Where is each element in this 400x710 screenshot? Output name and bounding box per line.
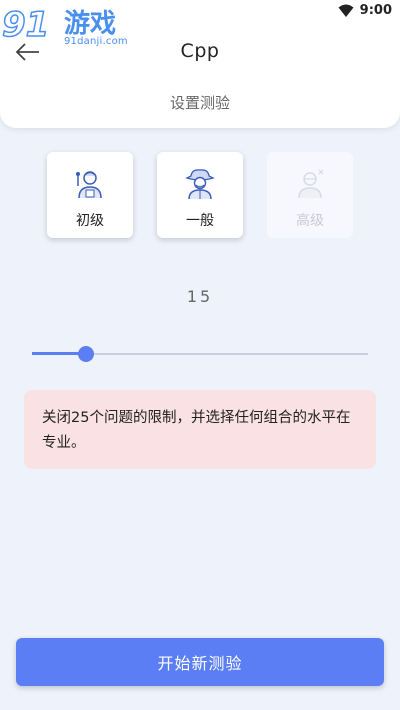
watermark-site: 91danji.com: [64, 36, 128, 47]
status-bar: 9:00: [0, 0, 400, 26]
level-selector: 初级 一般 高级: [47, 152, 353, 238]
expert-avatar-icon: [298, 169, 324, 199]
level-label-intermediate: 一般: [186, 213, 214, 229]
info-message: 关闭25个问题的限制，并选择任何组合的水平在专业。: [24, 390, 376, 469]
level-card-beginner[interactable]: 初级: [47, 152, 133, 238]
question-count: 15: [186, 287, 214, 306]
beginner-avatar-icon: [76, 171, 102, 199]
question-count-slider[interactable]: [32, 344, 368, 364]
status-time: 9:00: [359, 3, 392, 18]
page-subtitle: 设置测验: [169, 94, 230, 112]
cowboy-avatar-icon: [185, 169, 215, 200]
wifi-icon: [338, 4, 354, 17]
level-label-expert: 高级: [296, 213, 324, 229]
slider-thumb[interactable]: [77, 346, 94, 362]
start-quiz-button[interactable]: 开始新测验: [16, 638, 384, 686]
level-label-beginner: 初级: [76, 213, 104, 229]
level-card-intermediate[interactable]: 一般: [157, 152, 243, 238]
level-card-expert[interactable]: 高级: [267, 152, 353, 238]
